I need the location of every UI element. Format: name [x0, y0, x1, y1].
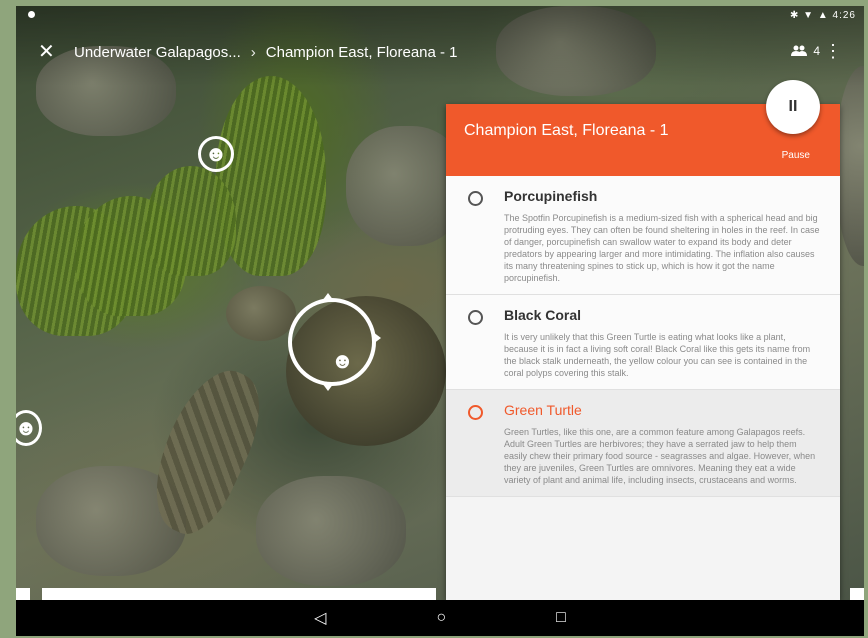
list-item-title: Green Turtle: [504, 402, 582, 418]
close-icon[interactable]: ✕: [38, 42, 55, 62]
more-vert-icon[interactable]: ⋮: [824, 42, 842, 60]
radio-button[interactable]: [468, 310, 483, 325]
scene-info-panel: Champion East, Floreana - 1 Pause Porcup…: [446, 104, 840, 600]
smiley-icon: ☻: [16, 415, 38, 440]
seaweed: [146, 166, 236, 276]
notification-dot-icon: [28, 11, 35, 18]
system-nav-bar: ◁ ○ □: [16, 600, 864, 636]
selector-tick: [322, 383, 334, 391]
recents-icon[interactable]: □: [556, 609, 566, 627]
rock: [836, 66, 864, 266]
breadcrumb-tour[interactable]: Underwater Galapagos...: [74, 44, 241, 61]
back-icon[interactable]: ◁: [314, 608, 326, 628]
selector-tick: [373, 332, 381, 344]
list-item-description: It is very unlikely that this Green Turt…: [504, 332, 811, 378]
bottom-sheet-edge: [16, 588, 30, 600]
participants-count: 4: [813, 44, 820, 58]
list-item-title: Porcupinefish: [504, 188, 598, 204]
bottom-sheet-edge: [850, 588, 864, 600]
list-item[interactable]: Porcupinefish The Spotfin Porcupinefish …: [446, 176, 840, 295]
smiley-icon: ☻: [330, 348, 354, 373]
list-item-description: Green Turtles, like this one, are a comm…: [504, 427, 816, 485]
focused-point-of-interest[interactable]: ☻: [288, 293, 381, 391]
participants-button[interactable]: 4: [791, 44, 820, 58]
poi-list: Porcupinefish The Spotfin Porcupinefish …: [446, 176, 840, 497]
list-item-title: Black Coral: [504, 307, 582, 323]
top-app-bar: ✱ ▼ ▲ 4:26 ✕ Underwater Galapagos... › C…: [16, 6, 864, 86]
breadcrumb: Underwater Galapagos... › Champion East,…: [74, 44, 458, 61]
people-icon: [791, 45, 808, 56]
pause-label[interactable]: Pause: [782, 150, 810, 161]
tablet-screen: ✱ ▼ ▲ 4:26 ✕ Underwater Galapagos... › C…: [16, 6, 864, 636]
status-time: 4:26: [832, 10, 856, 21]
home-icon[interactable]: ○: [436, 609, 446, 627]
pause-button[interactable]: II: [766, 80, 820, 134]
breadcrumb-scene: Champion East, Floreana - 1: [265, 44, 458, 61]
rock: [256, 476, 406, 586]
list-item-active[interactable]: Green Turtle Green Turtles, like this on…: [446, 390, 840, 497]
bottom-sheet-edge: [42, 588, 436, 600]
panel-title: Champion East, Floreana - 1: [464, 122, 669, 139]
radio-button[interactable]: [468, 191, 483, 206]
chevron-right-icon: ›: [250, 44, 256, 61]
status-icons: ✱ ▼ ▲: [790, 10, 829, 21]
turtle-head: [226, 286, 296, 341]
selector-tick: [322, 293, 334, 301]
status-bar: ✱ ▼ ▲ 4:26: [790, 10, 856, 21]
list-item[interactable]: Black Coral It is very unlikely that thi…: [446, 295, 840, 390]
radio-button[interactable]: [468, 405, 483, 420]
list-item-description: The Spotfin Porcupinefish is a medium-si…: [504, 213, 820, 283]
smiley-icon: ☻: [204, 141, 228, 166]
point-of-interest-marker[interactable]: ☻: [198, 136, 234, 172]
